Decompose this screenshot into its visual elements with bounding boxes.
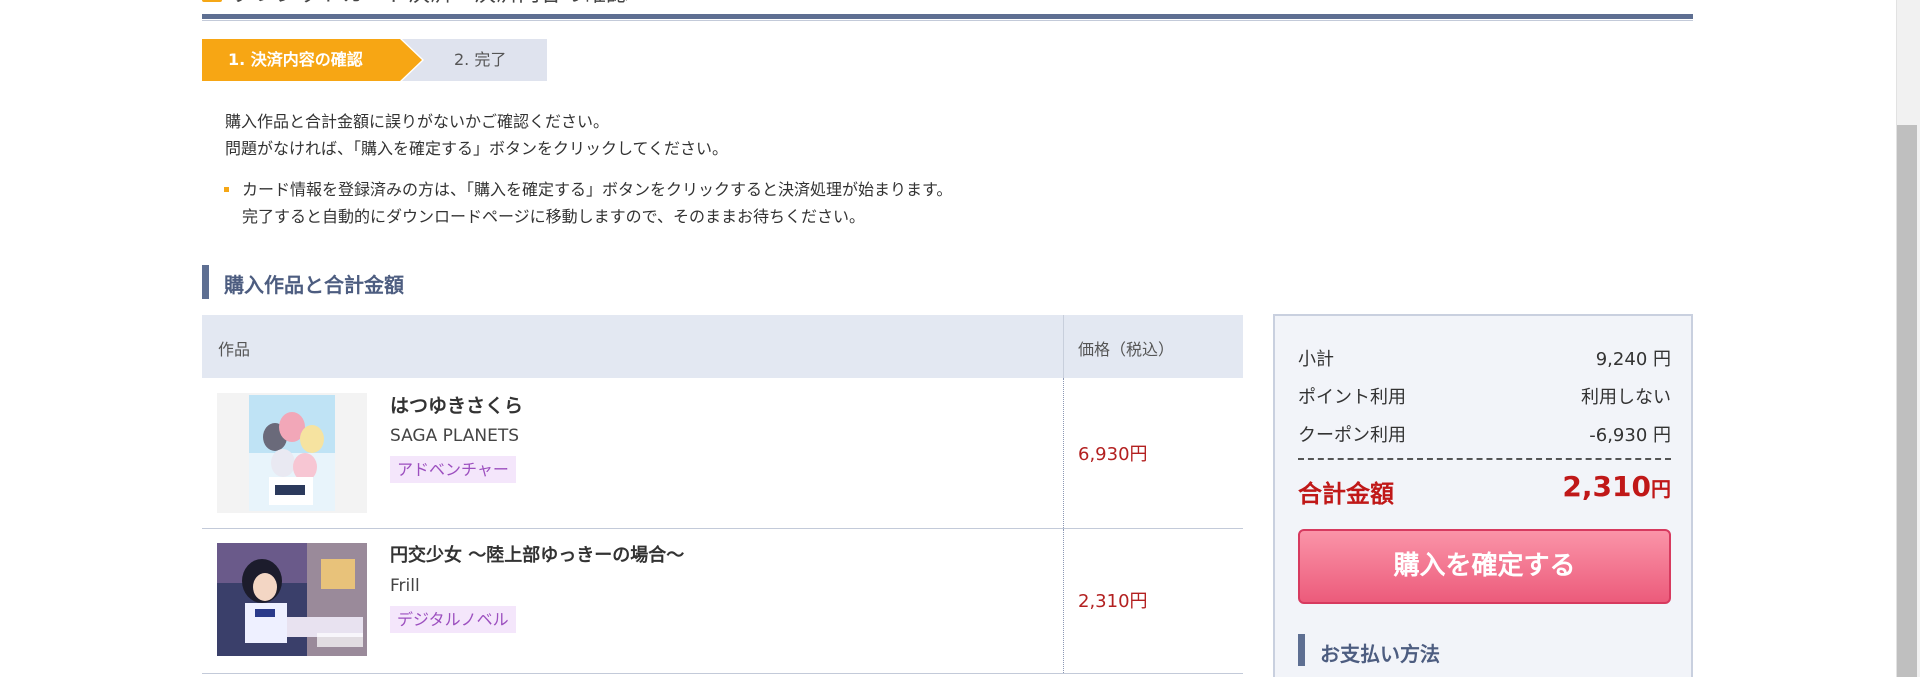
step-complete: 2. 完了: [402, 39, 547, 81]
product-brand-link[interactable]: SAGA PLANETS: [390, 426, 519, 446]
confirm-purchase-button[interactable]: 購入を確定する: [1298, 529, 1671, 604]
heading-rule-thin: [202, 20, 1693, 21]
table-row: 円交少女 ～陸上部ゆっきーの場合～ Frill デジタルノベル 2,310円: [202, 529, 1243, 674]
product-table: 作品 価格（税込） はつゆきさくら SAGA PLANETS アドベンチャー 6…: [202, 315, 1243, 674]
scrollbar-thumb[interactable]: [1897, 125, 1917, 677]
product-genre-tag[interactable]: アドベンチャー: [390, 456, 516, 483]
product-price: 2,310円: [1078, 591, 1148, 612]
step-confirm-active: 1. 決済内容の確認: [202, 39, 422, 81]
column-divider: [1063, 378, 1064, 528]
table-header: 作品 価格（税込）: [202, 315, 1243, 378]
notice-line: 完了すると自動的にダウンロードページに移動しますので、そのままお待ちください。: [242, 207, 866, 226]
column-divider: [1063, 315, 1064, 378]
product-thumbnail[interactable]: [217, 393, 367, 513]
section-heading-bar: [202, 265, 209, 299]
product-price: 6,930円: [1078, 444, 1148, 465]
product-title-link[interactable]: はつゆきさくら: [390, 391, 523, 418]
step-indicator: 2. 完了 1. 決済内容の確認: [202, 39, 547, 81]
payment-method-heading-text: お支払い方法: [1320, 642, 1440, 666]
points-label: ポイント利用: [1298, 387, 1406, 408]
coupon-label: クーポン利用: [1298, 425, 1406, 446]
total-label: 合計金額: [1298, 480, 1394, 508]
col-item-header: 作品: [218, 340, 251, 359]
column-divider: [1063, 529, 1064, 673]
total-value: 2,310円: [1562, 470, 1671, 503]
notice: カード情報を登録済みの方は、「購入を確定する」ボタンをクリックすると決済処理が始…: [224, 176, 952, 230]
instruction-line: 問題がなければ、「購入を確定する」ボタンをクリックしてください。: [225, 139, 729, 158]
bullet-icon: [224, 187, 229, 192]
col-price-header: 価格（税込）: [1078, 340, 1175, 359]
instruction-line: 購入作品と合計金額に誤りがないかご確認ください。: [225, 112, 610, 131]
subtotal-label: 小計: [1298, 349, 1334, 370]
section-heading-text: 購入作品と合計金額: [224, 273, 404, 297]
total-row: 合計金額 2,310円: [1298, 470, 1671, 508]
instructions: 購入作品と合計金額に誤りがないかご確認ください。 問題がなければ、「購入を確定す…: [225, 108, 728, 162]
product-brand-link[interactable]: Frill: [390, 576, 420, 596]
product-title-link[interactable]: 円交少女 ～陸上部ゆっきーの場合～: [390, 541, 684, 567]
summary-divider: [1298, 458, 1671, 460]
points-value: 利用しない: [1581, 387, 1671, 408]
coupon-value: -6,930 円: [1589, 425, 1671, 446]
order-summary: 小計 9,240 円 ポイント利用 利用しない クーポン利用 -6,930 円 …: [1273, 314, 1693, 677]
total-unit: 円: [1651, 477, 1671, 501]
product-thumbnail[interactable]: [217, 543, 367, 656]
notice-line: カード情報を登録済みの方は、「購入を確定する」ボタンをクリックすると決済処理が始…: [242, 180, 953, 199]
subtotal-value: 9,240 円: [1595, 349, 1671, 370]
purchase-confirm-page: クレジットカード決済・決済内容の確認 2. 完了 1. 決済内容の確認 購入作品…: [0, 0, 1920, 677]
total-amount: 2,310: [1562, 470, 1651, 503]
heading-rule: [202, 14, 1693, 19]
table-row: はつゆきさくら SAGA PLANETS アドベンチャー 6,930円: [202, 378, 1243, 529]
section-heading-bar: [1298, 634, 1305, 666]
heading-icon: [202, 0, 222, 2]
product-genre-tag[interactable]: デジタルノベル: [390, 606, 516, 633]
page-heading-text: クレジットカード決済・決済内容の確認: [232, 0, 628, 8]
